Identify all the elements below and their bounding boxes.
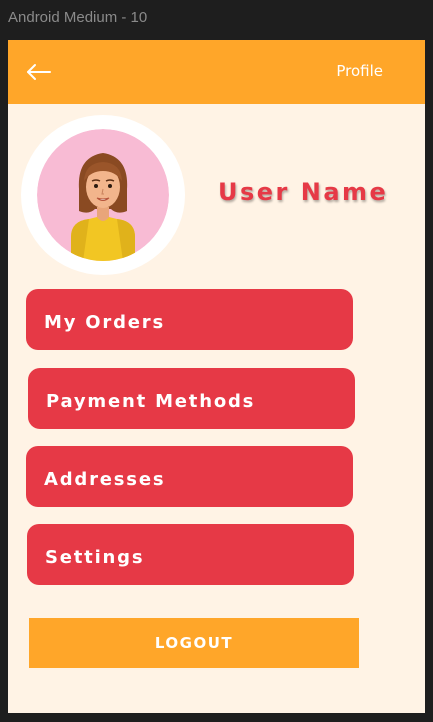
logout-button[interactable]: LOGOUT — [29, 618, 359, 668]
arrow-left-icon — [27, 64, 51, 80]
back-button[interactable] — [24, 58, 56, 86]
addresses-button[interactable]: Addresses — [26, 446, 353, 507]
avatar[interactable] — [21, 115, 185, 275]
my-orders-label: My Orders — [44, 312, 165, 333]
settings-button[interactable]: Settings — [27, 524, 354, 585]
my-orders-button[interactable]: My Orders — [26, 289, 353, 350]
user-name: User Name — [218, 178, 389, 206]
profile-screen: Profile User Name My Orders Payment Meth… — [8, 40, 425, 713]
settings-label: Settings — [45, 547, 145, 568]
page-title: Profile — [336, 62, 383, 80]
addresses-label: Addresses — [44, 469, 166, 490]
payment-methods-button[interactable]: Payment Methods — [28, 368, 355, 429]
woman-avatar-icon — [37, 129, 169, 261]
logout-label: LOGOUT — [154, 634, 234, 652]
app-bar: Profile — [8, 40, 425, 104]
payment-methods-label: Payment Methods — [46, 391, 256, 412]
frame-title: Android Medium - 10 — [8, 9, 148, 26]
